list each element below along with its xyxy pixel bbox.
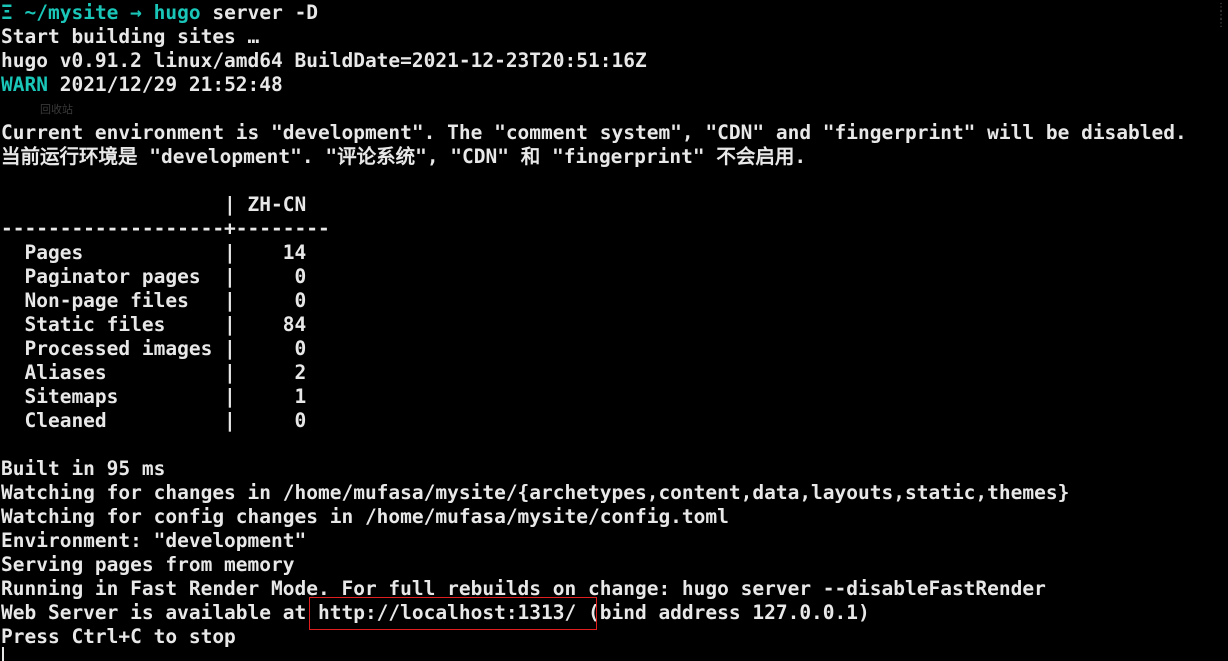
output-line: Serving pages from memory	[1, 553, 295, 576]
stats-table-header: | ZH-CN	[1, 193, 307, 216]
stats-row: Pages | 14	[1, 241, 307, 264]
web-server-line: Web Server is available at http://localh…	[1, 601, 870, 624]
stats-row: Sitemaps | 1	[1, 385, 307, 408]
stats-table-divider: -------------------+--------	[1, 217, 330, 240]
output-line: Built in 95 ms	[1, 457, 166, 480]
terminal-window[interactable]: 回收站 Ξ ~/mysite → hugo server -D Start bu…	[0, 0, 1228, 661]
warn-label: WARN	[1, 73, 48, 96]
scroll-grip-icon[interactable]: ⋮ ⋮ ⋮	[1216, 3, 1226, 54]
prompt-command: hugo	[153, 1, 201, 24]
prompt-arrow: →	[130, 1, 142, 24]
stats-row: Cleaned | 0	[1, 409, 307, 432]
warn-line: WARN 2021/12/29 21:52:48	[1, 73, 1225, 97]
stats-row: Non-page files | 0	[1, 289, 307, 312]
scrollbar[interactable]: ⋮ ⋮ ⋮	[1214, 0, 1228, 661]
terminal-output: Ξ ~/mysite → hugo server -D Start buildi…	[1, 1, 1225, 649]
stats-row: Static files | 84	[1, 313, 307, 336]
output-line: Current environment is "development". Th…	[1, 121, 1187, 144]
output-line: Press Ctrl+C to stop	[1, 625, 236, 648]
prompt-symbol: Ξ	[1, 1, 13, 24]
output-line: Environment: "development"	[1, 529, 307, 552]
output-line: Running in Fast Render Mode. For full re…	[1, 577, 1046, 600]
stats-row: Paginator pages | 0	[1, 265, 307, 288]
warn-timestamp: 2021/12/29 21:52:48	[47, 73, 283, 96]
output-line: Watching for changes in /home/mufasa/mys…	[1, 481, 1070, 504]
output-line: Start building sites …	[1, 25, 260, 48]
output-line: Watching for config changes in /home/muf…	[1, 505, 729, 528]
prompt-args: server -D	[212, 1, 319, 24]
output-line: 当前运行环境是 "development". "评论系统", "CDN" 和 "…	[1, 145, 807, 168]
text-cursor	[2, 647, 4, 661]
stats-row: Aliases | 2	[1, 361, 307, 384]
prompt-line: Ξ ~/mysite → hugo server -D	[1, 1, 1225, 25]
prompt-path: ~/mysite	[24, 1, 119, 24]
output-line: hugo v0.91.2 linux/amd64 BuildDate=2021-…	[1, 49, 647, 72]
stats-row: Processed images | 0	[1, 337, 307, 360]
